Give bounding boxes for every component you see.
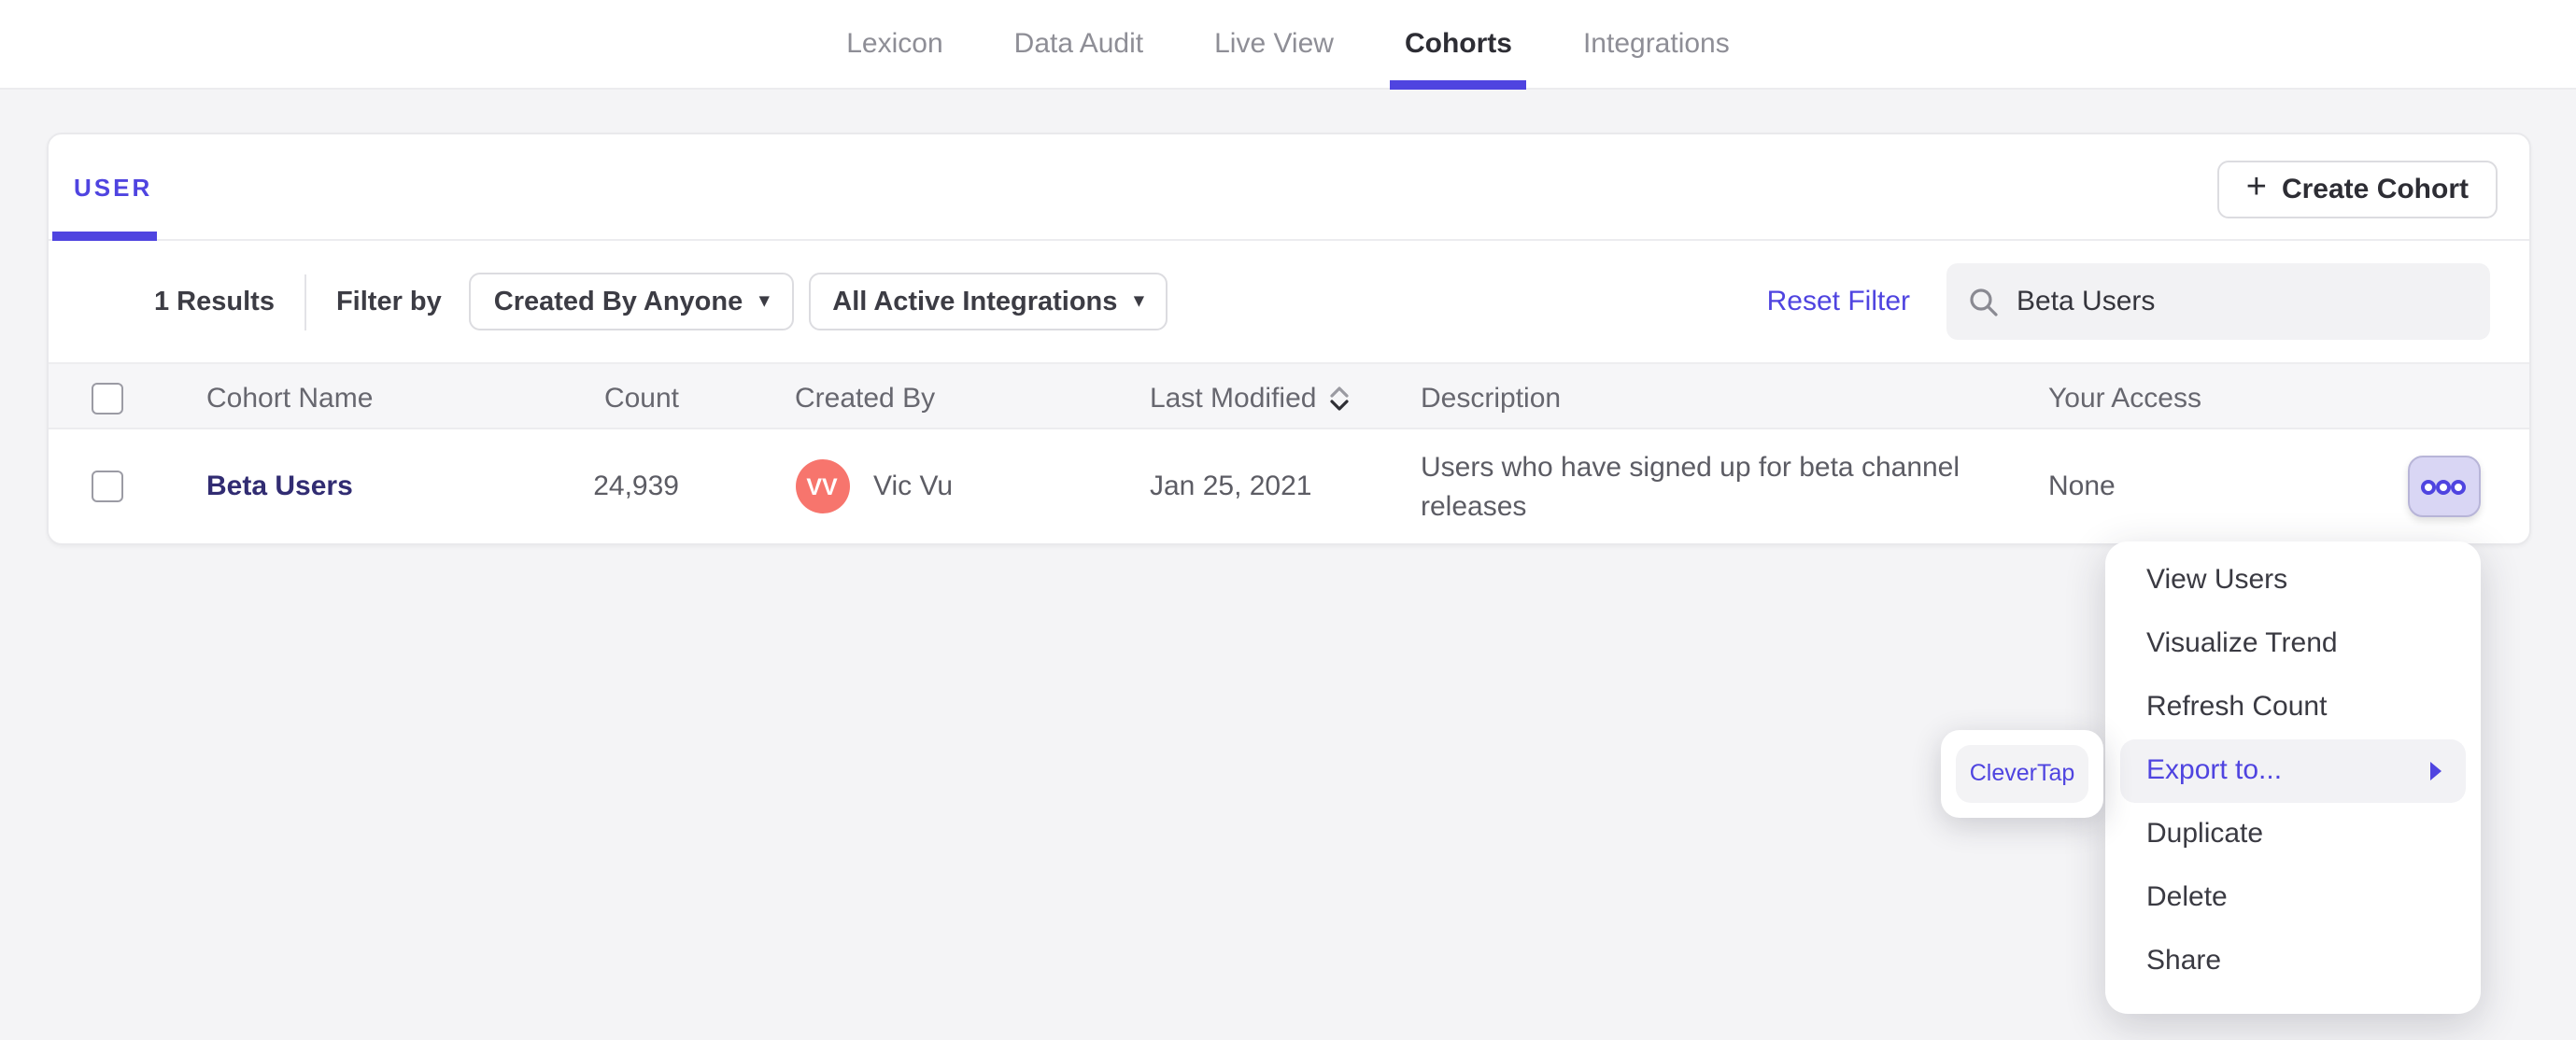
last-modified-cell: Jan 25, 2021: [1150, 471, 1312, 502]
menu-item-view-users[interactable]: View Users: [2105, 549, 2481, 612]
created-by-dropdown-label: Created By Anyone: [493, 287, 743, 316]
header-count: Count: [603, 382, 679, 414]
header-cohort-name: Cohort Name: [206, 382, 374, 414]
select-all-checkbox-cell: [91, 364, 122, 431]
sort-icon: [1329, 386, 1349, 410]
your-access-cell: None: [2048, 471, 2116, 502]
table-header: Cohort Name Count Created By Last Modifi…: [48, 362, 2528, 429]
count-cell: 24,939: [593, 471, 679, 502]
row-checkbox-cell: [91, 429, 122, 543]
menu-item-share[interactable]: Share: [2105, 930, 2481, 993]
top-navigation: Lexicon Data Audit Live View Cohorts Int…: [0, 0, 2576, 90]
description-text: Users who have signed up for beta channe…: [1421, 451, 1960, 522]
card-tab-strip: USER + Create Cohort: [48, 134, 2528, 241]
header-your-access: Your Access: [2048, 382, 2201, 414]
cohort-name-link[interactable]: Beta Users: [206, 471, 353, 502]
header-last-modified[interactable]: Last Modified: [1150, 364, 1349, 431]
menu-item-export-to[interactable]: Export to...: [2120, 739, 2466, 803]
row-checkbox[interactable]: [91, 471, 122, 502]
header-created-by: Created By: [795, 382, 936, 414]
select-all-checkbox[interactable]: [91, 382, 122, 414]
menu-item-export-to-label: Export to...: [2146, 754, 2283, 786]
submenu-arrow-icon: [2430, 762, 2442, 780]
header-last-modified-label: Last Modified: [1150, 382, 1317, 414]
cohorts-card: USER + Create Cohort 1 Results Filter by…: [46, 133, 2530, 545]
create-cohort-button[interactable]: + Create Cohort: [2217, 161, 2497, 218]
search-input[interactable]: [2017, 286, 2467, 317]
created-by-dropdown[interactable]: Created By Anyone ▾: [469, 273, 794, 330]
active-tab-underline: [51, 232, 156, 241]
description-cell: Users who have signed up for beta channe…: [1421, 429, 2000, 543]
cohort-name-cell: Beta Users: [206, 429, 353, 543]
tab-live-view[interactable]: Live View: [1214, 0, 1334, 89]
plus-icon: +: [2245, 168, 2267, 207]
created-by-name: Vic Vu: [873, 471, 954, 502]
tab-cohorts[interactable]: Cohorts: [1390, 0, 1526, 89]
search-icon: [1969, 288, 1997, 316]
filter-bar: 1 Results Filter by Created By Anyone ▾ …: [48, 241, 2528, 362]
chevron-down-icon: ▾: [1134, 291, 1144, 312]
vertical-divider: [304, 274, 306, 330]
row-actions-button[interactable]: [2407, 456, 2480, 517]
created-by-cell: VV Vic Vu: [795, 429, 953, 543]
integrations-dropdown[interactable]: All Active Integrations ▾: [808, 273, 1168, 330]
three-dots-icon: [2421, 479, 2466, 494]
search-box[interactable]: [1946, 263, 2489, 340]
menu-item-refresh-count[interactable]: Refresh Count: [2105, 676, 2481, 739]
results-count: 1 Results: [154, 287, 275, 316]
tab-integrations[interactable]: Integrations: [1583, 0, 1730, 89]
reset-filter-link[interactable]: Reset Filter: [1767, 286, 1910, 317]
export-submenu: CleverTap: [1941, 730, 2103, 818]
context-menu: View Users Visualize Trend Refresh Count…: [2105, 541, 2481, 1014]
menu-item-delete[interactable]: Delete: [2105, 866, 2481, 930]
cohorts-page: Lexicon Data Audit Live View Cohorts Int…: [0, 0, 2576, 1040]
menu-item-duplicate[interactable]: Duplicate: [2105, 803, 2481, 866]
chevron-down-icon: ▾: [759, 291, 770, 312]
tab-lexicon[interactable]: Lexicon: [846, 0, 942, 89]
submenu-item-clevertap[interactable]: CleverTap: [1956, 745, 2088, 803]
menu-item-visualize-trend[interactable]: Visualize Trend: [2105, 612, 2481, 676]
header-description: Description: [1421, 382, 1562, 414]
tab-user[interactable]: USER: [74, 174, 152, 202]
avatar: VV: [795, 459, 849, 513]
create-cohort-label: Create Cohort: [2281, 174, 2469, 205]
tab-data-audit[interactable]: Data Audit: [1014, 0, 1143, 89]
integrations-dropdown-label: All Active Integrations: [832, 287, 1118, 316]
table-row: Beta Users 24,939 VV Vic Vu Jan 25, 2021…: [48, 429, 2528, 543]
filter-by-label: Filter by: [335, 287, 442, 316]
